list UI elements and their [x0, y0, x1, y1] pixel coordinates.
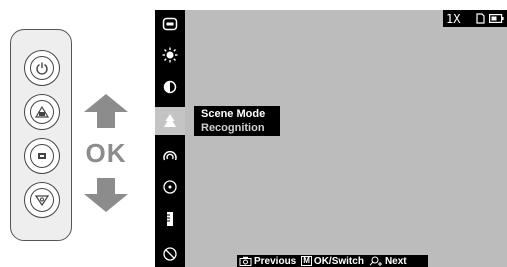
power-icon	[30, 56, 54, 80]
sidebar-item-bar[interactable]	[155, 205, 185, 233]
brightness-icon	[162, 47, 178, 63]
arrow-down-icon	[84, 178, 128, 212]
ok-label: OK	[85, 138, 127, 168]
device-screen: Scene Mode Recognition 1X Previous M OK/…	[155, 10, 507, 267]
sd-card-icon	[476, 13, 485, 24]
status-bar: 1X	[443, 10, 507, 27]
sidebar-item-crosshair[interactable]	[155, 173, 185, 201]
camera-hint-icon	[239, 256, 252, 266]
menu-sidebar	[155, 10, 185, 267]
menu-button[interactable]	[24, 138, 60, 174]
menu-key-icon	[30, 144, 54, 168]
help-bar: Previous M OK/Switch Next	[237, 255, 428, 267]
sidebar-item-menu[interactable]	[155, 10, 185, 38]
sidebar-item-contrast[interactable]	[155, 73, 185, 101]
sidebar-item-scene-mode[interactable]	[155, 107, 185, 135]
help-next: Next	[384, 255, 407, 267]
arrow-up-icon	[84, 94, 128, 128]
popup-title: Scene Mode	[201, 108, 266, 120]
remote-control	[10, 29, 72, 241]
help-ok-switch: OK/Switch	[313, 255, 364, 267]
zoom-button[interactable]	[24, 182, 60, 218]
popup-subtitle: Recognition	[201, 122, 265, 134]
contrast-icon	[163, 80, 177, 94]
zoom-hint-icon	[369, 256, 382, 266]
crosshair-icon	[163, 180, 177, 194]
scene-mode-icon	[164, 114, 176, 127]
disable-icon	[163, 247, 177, 261]
power-button[interactable]	[24, 50, 60, 86]
sidebar-item-brightness[interactable]	[155, 41, 185, 69]
menu-icon	[162, 17, 178, 31]
help-previous: Previous	[254, 255, 297, 267]
scene-mode-popup: Scene Mode Recognition	[194, 106, 280, 136]
sidebar-item-disable[interactable]	[155, 240, 185, 267]
zoom-level: 1X	[446, 12, 461, 26]
bar-icon	[167, 212, 173, 226]
help-m-key: M	[301, 256, 312, 266]
camera-button[interactable]	[24, 94, 60, 130]
camera-icon	[30, 100, 54, 124]
zoom-key-icon	[30, 188, 54, 212]
sidebar-item-hotspot[interactable]	[155, 142, 185, 170]
battery-icon	[489, 14, 504, 23]
hotspot-icon	[163, 150, 177, 161]
